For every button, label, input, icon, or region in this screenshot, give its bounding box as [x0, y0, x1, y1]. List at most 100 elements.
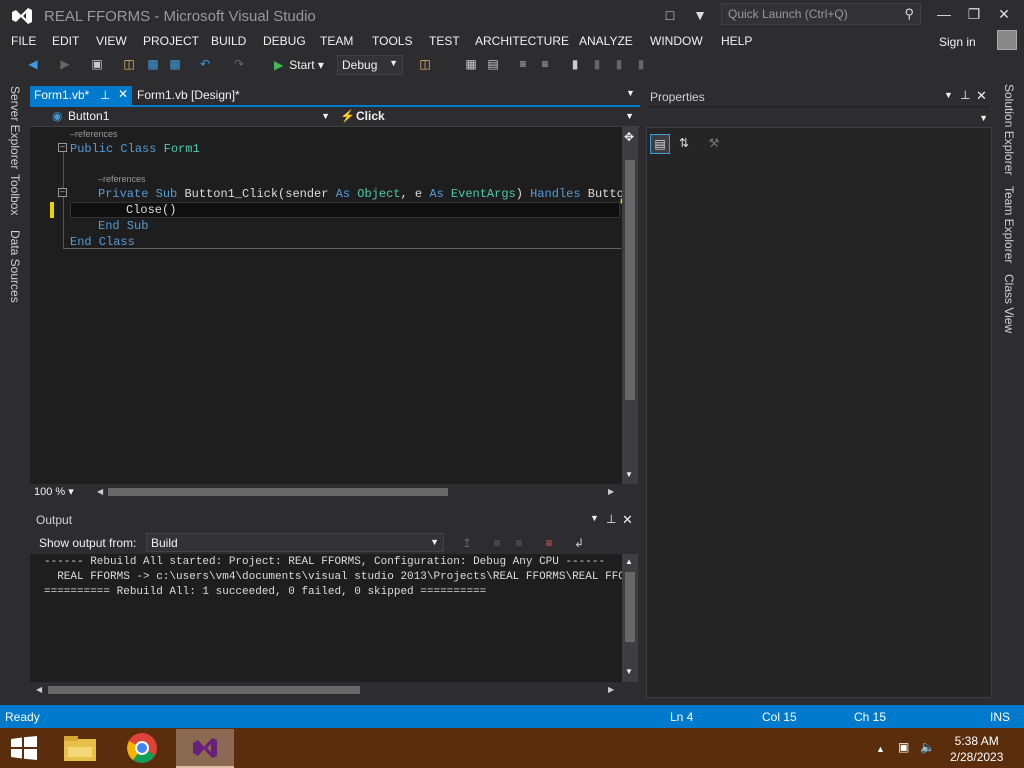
clear-all-icon[interactable]: ≡	[540, 534, 558, 552]
chevron-down-icon[interactable]: ▼	[590, 513, 599, 523]
find-in-files-icon[interactable]: ◫	[416, 55, 434, 73]
alphabetical-icon[interactable]: ⇅	[674, 134, 694, 154]
close-window-button[interactable]: ✕	[990, 4, 1018, 24]
menu-test[interactable]: TEST	[429, 34, 460, 48]
solution-explorer-tab[interactable]: Solution Explorer	[1002, 84, 1016, 175]
word-wrap-icon[interactable]: ↲	[570, 534, 588, 552]
output-source-value: Build	[151, 536, 178, 550]
save-icon[interactable]: ▩	[144, 55, 162, 73]
tab-overflow-icon[interactable]: ▼	[626, 88, 635, 98]
editor-vertical-scroll-thumb[interactable]	[625, 160, 635, 400]
sign-in-link[interactable]: Sign in	[939, 35, 976, 49]
pin-icon[interactable]: ⊥	[606, 512, 616, 526]
menu-file[interactable]: FILE	[11, 34, 36, 48]
split-editor-icon[interactable]: ✥	[624, 130, 634, 144]
menu-project[interactable]: PROJECT	[143, 34, 199, 48]
start-button[interactable]: ▶ Start ▾	[274, 55, 324, 75]
sub-references-lens[interactable]: –references	[98, 174, 146, 184]
output-horizontal-scroll-thumb[interactable]	[48, 686, 360, 694]
visual-studio-taskbar-button[interactable]	[176, 729, 234, 768]
collapse-class-icon[interactable]: –	[58, 143, 67, 152]
menu-tools[interactable]: TOOLS	[372, 34, 412, 48]
restore-button[interactable]: ❐	[960, 4, 988, 24]
data-sources-tab[interactable]: Data Sources	[8, 230, 22, 303]
indent-icon[interactable]: ≡	[514, 55, 532, 73]
event-dropdown[interactable]: ⚡ Click ▼	[336, 107, 638, 126]
menu-debug[interactable]: DEBUG	[263, 34, 306, 48]
avatar[interactable]	[997, 30, 1017, 50]
minimize-button[interactable]: —	[930, 4, 958, 24]
undo-icon[interactable]: ↶	[196, 55, 214, 73]
scroll-down-icon[interactable]: ▼	[625, 667, 633, 676]
solution-explorer-icon[interactable]: ▦	[462, 55, 480, 73]
menu-view[interactable]: VIEW	[96, 34, 127, 48]
network-icon[interactable]: ▣	[898, 740, 909, 754]
collapse-sub-icon[interactable]: –	[58, 188, 67, 197]
system-clock[interactable]: 5:38 AM 2/28/2023	[950, 733, 1003, 765]
pin-icon[interactable]: ⊥	[100, 88, 110, 102]
save-all-icon[interactable]: ▩	[166, 55, 184, 73]
scroll-down-icon[interactable]: ▼	[625, 470, 633, 479]
close-tab-icon[interactable]: ✕	[118, 87, 128, 101]
chrome-icon[interactable]	[126, 732, 158, 764]
bookmark-icon[interactable]: ▮	[566, 55, 584, 73]
close-icon[interactable]: ✕	[622, 512, 633, 528]
back-icon[interactable]: ◀	[24, 55, 42, 73]
outdent-icon[interactable]: ≡	[536, 55, 554, 73]
go-to-next-message-icon[interactable]: ≡	[488, 534, 506, 552]
right-tool-tabs: Solution Explorer Team Explorer Class Vi…	[996, 80, 1024, 700]
windows-start-icon[interactable]	[10, 736, 38, 760]
scroll-left-icon[interactable]: ◀	[97, 487, 103, 496]
redo-icon[interactable]: ↷	[230, 55, 248, 73]
chevron-down-icon[interactable]: ▼	[944, 90, 953, 100]
output-line: ========== Rebuild All: 1 succeeded, 0 f…	[44, 586, 487, 598]
clear-bookmarks-icon[interactable]: ▮	[632, 55, 650, 73]
forward-icon[interactable]: ▶	[56, 55, 74, 73]
tab-form1-design[interactable]: Form1.vb [Design]*	[133, 86, 244, 106]
volume-icon[interactable]: 🔈	[920, 740, 935, 754]
quick-launch-input[interactable]: Quick Launch (Ctrl+Q) ⚲	[721, 3, 921, 25]
editor-horizontal-scroll-thumb[interactable]	[108, 488, 448, 496]
menu-edit[interactable]: EDIT	[52, 34, 79, 48]
toolbox-tab[interactable]: Toolbox	[8, 174, 22, 215]
menu-team[interactable]: TEAM	[320, 34, 353, 48]
scroll-right-icon[interactable]: ▶	[608, 487, 614, 496]
new-project-icon[interactable]: ▣	[88, 55, 106, 73]
feedback-icon[interactable]: □	[660, 6, 680, 24]
property-pages-icon[interactable]: ⚒	[704, 134, 724, 154]
menu-analyze[interactable]: ANALYZE	[579, 34, 633, 48]
visual-studio-logo-icon	[12, 8, 32, 24]
class-references-lens[interactable]: –references	[70, 129, 118, 139]
server-explorer-tab[interactable]: Server Explorer	[8, 86, 22, 169]
show-hidden-icons[interactable]: ▲	[876, 744, 885, 754]
output-source-select[interactable]: Build ▼	[146, 533, 444, 552]
output-vertical-scroll-thumb[interactable]	[625, 572, 635, 642]
close-icon[interactable]: ✕	[976, 88, 987, 104]
object-dropdown[interactable]: ◉ Button1 ▼	[36, 107, 334, 126]
scroll-right-icon[interactable]: ▶	[608, 685, 614, 694]
pin-icon[interactable]: ⊥	[960, 88, 970, 102]
solution-config-select[interactable]: Debug ▼	[337, 55, 403, 75]
properties-icon[interactable]: ▤	[484, 55, 502, 73]
properties-object-select[interactable]: ▼	[646, 108, 992, 128]
menu-window[interactable]: WINDOW	[650, 34, 703, 48]
tab-form1-vb[interactable]: Form1.vb* ⊥ ✕	[30, 86, 132, 106]
zoom-select[interactable]: 100 % ▾	[34, 485, 74, 498]
menu-architecture[interactable]: ARCHITECTURE	[475, 34, 569, 48]
next-bookmark-icon[interactable]: ▮	[610, 55, 628, 73]
team-explorer-tab[interactable]: Team Explorer	[1002, 186, 1016, 263]
scroll-up-icon[interactable]: ▲	[625, 557, 633, 566]
go-to-prev-message-icon[interactable]: ≡	[510, 534, 528, 552]
file-explorer-icon[interactable]	[62, 733, 98, 763]
prev-bookmark-icon[interactable]: ▮	[588, 55, 606, 73]
menu-help[interactable]: HELP	[721, 34, 752, 48]
categorized-icon[interactable]: ▤	[650, 134, 670, 154]
go-to-previous-icon[interactable]: ↥	[458, 534, 476, 552]
class-view-tab[interactable]: Class View	[1002, 274, 1016, 333]
filter-icon[interactable]: ▼	[690, 6, 710, 24]
scroll-left-icon[interactable]: ◀	[36, 685, 42, 694]
changed-line-marker	[50, 202, 54, 218]
tab-label: Form1.vb [Design]*	[137, 88, 240, 102]
menu-build[interactable]: BUILD	[211, 34, 246, 48]
open-file-icon[interactable]: ◫	[120, 55, 138, 73]
